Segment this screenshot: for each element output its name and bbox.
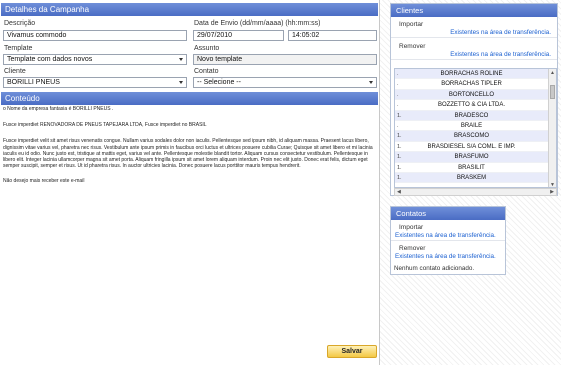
horizontal-scrollbar[interactable]: ◀ ▶ bbox=[394, 188, 557, 196]
chevron-down-icon bbox=[369, 81, 373, 84]
client-row-name: BORRACHAS ROLINE bbox=[440, 71, 503, 77]
send-date-label: Data de Envio (dd/mm/aaaa) (hh:mm:ss) bbox=[194, 20, 321, 27]
client-row[interactable]: 1. BRADESCO bbox=[395, 110, 548, 121]
client-row-index: 1. bbox=[397, 164, 402, 171]
contacts-empty-message: Nenhum contato adicionado. bbox=[394, 265, 475, 272]
client-select[interactable]: BORILLI PNEUS bbox=[3, 77, 187, 88]
contacts-import-label: Importar bbox=[399, 224, 424, 231]
client-row[interactable]: . BORRACHAS TIPLER bbox=[395, 79, 548, 90]
client-row-index: . bbox=[397, 81, 399, 88]
client-row[interactable]: 1. BRASKEM bbox=[395, 172, 548, 184]
clients-panel: Clientes Importar Existentes na área de … bbox=[390, 3, 558, 196]
chevron-down-icon bbox=[179, 81, 183, 84]
clients-list: . BORRACHAS ROLINE. BORRACHAS TIPLER. BORTO… bbox=[394, 68, 557, 188]
clients-import-label: Importar bbox=[399, 21, 424, 28]
clients-remove-link[interactable]: Existentes na área de transferência. bbox=[450, 51, 551, 58]
description-label: Descrição bbox=[4, 20, 36, 27]
client-row-index: 1. bbox=[397, 154, 402, 161]
template-label: Template bbox=[4, 45, 33, 52]
vertical-scrollbar[interactable]: ▲ ▼ bbox=[548, 69, 556, 187]
client-row[interactable]: 1. BRASFUMO bbox=[395, 152, 548, 163]
content-line-renovadora: Fusce imperdiet RENOVADORA DE PNEUS TAPE… bbox=[3, 122, 207, 129]
client-row-index: 1. bbox=[397, 112, 402, 119]
clients-remove-row: Remover Existentes na área de transferên… bbox=[391, 41, 557, 60]
clients-remove-label: Remover bbox=[399, 43, 426, 50]
client-row[interactable]: . BORTONCELLO bbox=[395, 89, 548, 101]
save-button[interactable]: Salvar bbox=[327, 345, 377, 358]
content-header: Conteúdo bbox=[1, 92, 378, 105]
contacts-import-row: Importar Existentes na área de transferê… bbox=[391, 222, 505, 241]
client-row-index: . bbox=[397, 122, 399, 129]
client-row[interactable]: 1. BRASILIT bbox=[395, 162, 548, 173]
contact-label: Contato bbox=[194, 68, 219, 75]
client-row[interactable]: . BORRACHAS ROLINE bbox=[395, 69, 548, 80]
unsubscribe-text: Não desejo mais receber este e-mail bbox=[3, 178, 85, 185]
client-row-name: BRASFUMO bbox=[454, 154, 489, 161]
template-select-value: Template com dados novos bbox=[7, 56, 93, 63]
client-row-name: BORRACHAS TIPLER bbox=[441, 81, 502, 88]
client-row[interactable]: . BOZZETTO & CIA LTDA. bbox=[395, 100, 548, 111]
client-row-name: BRASKEM bbox=[456, 174, 487, 181]
subject-field[interactable]: Novo template bbox=[193, 54, 377, 65]
client-row-index: . bbox=[397, 91, 399, 98]
client-row[interactable]: 1. BRASDIESEL S/A COML. E IMP. bbox=[395, 141, 548, 153]
client-row-index: 1. bbox=[397, 143, 402, 150]
send-date-field[interactable]: 29/07/2010 bbox=[193, 30, 284, 41]
client-row-index: 1. bbox=[397, 174, 402, 181]
content-editor[interactable]: o Nome da empresa fantasia é BORILLI PNE… bbox=[3, 106, 377, 342]
contacts-remove-row: Remover Existentes na área de transferên… bbox=[391, 243, 505, 262]
scroll-up-icon[interactable]: ▲ bbox=[550, 70, 555, 76]
client-row-name: BRADESCO bbox=[454, 112, 489, 119]
client-row-index: 1. bbox=[397, 133, 402, 140]
description-field[interactable]: Vivamus commodo bbox=[3, 30, 187, 41]
campaign-details-header: Detalhes da Campanha bbox=[1, 3, 378, 16]
scroll-left-icon[interactable]: ◀ bbox=[397, 189, 401, 195]
campaign-panel: Detalhes da Campanha Descrição Vivamus c… bbox=[0, 0, 380, 365]
clients-import-row: Importar Existentes na área de transferê… bbox=[391, 19, 557, 38]
contacts-remove-label: Remover bbox=[399, 245, 426, 252]
client-row[interactable]: 1. BRASCOMO bbox=[395, 131, 548, 142]
client-row-name: BRASILIT bbox=[458, 164, 485, 171]
template-select[interactable]: Template com dados novos bbox=[3, 54, 187, 65]
client-row-name: BRASDIESEL S/A COML. E IMP. bbox=[427, 143, 516, 150]
client-row-name: BRASCOMO bbox=[453, 133, 489, 140]
contacts-import-link[interactable]: Existentes na área de transferência. bbox=[395, 232, 496, 239]
content-line-company: o Nome da empresa fantasia é BORILLI PNE… bbox=[3, 106, 114, 112]
content-paragraph: Fusce imperdiet velit sit amet risus ven… bbox=[3, 138, 373, 170]
clients-import-link[interactable]: Existentes na área de transferência. bbox=[450, 29, 551, 36]
send-time-field[interactable]: 14:05:02 bbox=[288, 30, 377, 41]
client-select-value: BORILLI PNEUS bbox=[7, 79, 60, 86]
contact-select-value: -- Selecione -- bbox=[197, 79, 241, 86]
client-label: Cliente bbox=[4, 68, 26, 75]
client-row-index: . bbox=[397, 71, 399, 77]
contact-select[interactable]: -- Selecione -- bbox=[193, 77, 377, 88]
contacts-panel: Contatos Importar Existentes na área de … bbox=[390, 206, 506, 275]
clients-header: Clientes bbox=[391, 4, 557, 17]
subject-label: Assunto bbox=[194, 45, 220, 52]
contacts-header: Contatos bbox=[391, 207, 505, 220]
client-row[interactable]: . BRAILE bbox=[395, 120, 548, 132]
scroll-thumb[interactable] bbox=[550, 85, 555, 99]
scroll-right-icon[interactable]: ▶ bbox=[550, 189, 554, 195]
client-row-name: BRAILE bbox=[460, 122, 483, 129]
chevron-down-icon bbox=[179, 58, 183, 61]
contacts-remove-link[interactable]: Existentes na área de transferência. bbox=[395, 253, 496, 260]
client-row-name: BORTONCELLO bbox=[448, 91, 495, 98]
client-row-name: BOZZETTO & CIA LTDA. bbox=[437, 102, 506, 109]
clients-rows: . BORRACHAS ROLINE. BORRACHAS TIPLER. BORTO… bbox=[395, 69, 556, 184]
client-row-index: . bbox=[397, 102, 399, 109]
